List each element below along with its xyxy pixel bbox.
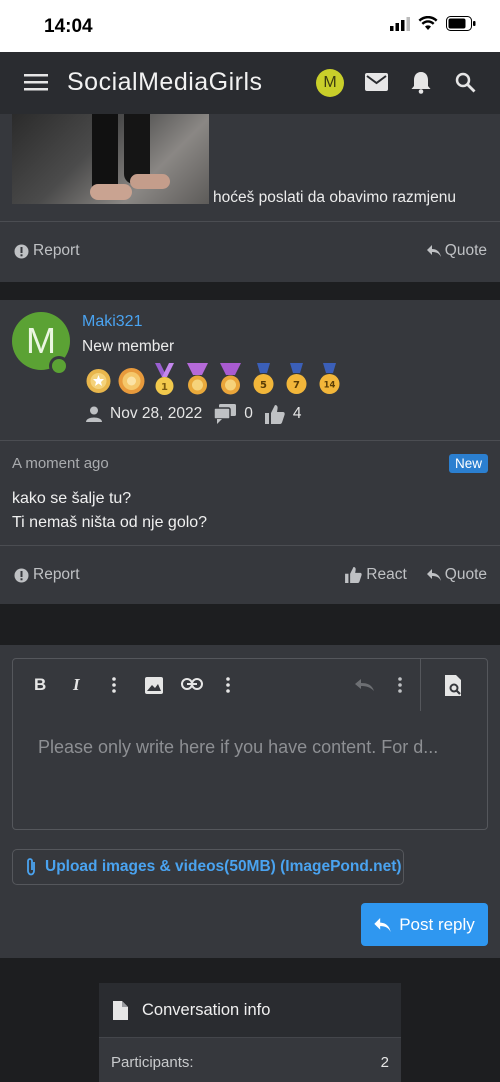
trophy-medal-icon[interactable]: 7	[282, 363, 311, 397]
participants-row: Participants: 2	[99, 1037, 401, 1082]
more-vertical-icon[interactable]	[112, 677, 116, 693]
user-stats: Nov 28, 2022 0 4	[86, 404, 313, 424]
upload-media-button[interactable]: Upload images & videos(50MB) (ImagePond.…	[12, 849, 404, 885]
top-navbar: SocialMediaGirls M	[0, 52, 500, 114]
reply-section: B I Please only write here if you have c…	[0, 645, 500, 958]
online-status-icon	[49, 356, 69, 376]
paperclip-icon	[27, 858, 35, 876]
bold-button[interactable]: B	[34, 675, 46, 695]
report-label: Report	[33, 566, 80, 583]
site-brand[interactable]: SocialMediaGirls	[67, 68, 263, 97]
divider	[0, 440, 500, 441]
quote-label: Quote	[444, 566, 487, 583]
conversation-info-panel: Conversation info Participants: 2	[99, 983, 401, 1082]
trophy-label: 14	[324, 381, 336, 391]
message-actions: Report React Quote	[0, 566, 500, 596]
italic-button[interactable]: I	[73, 675, 80, 695]
trophy-medal-icon[interactable]	[183, 363, 212, 397]
user-icon	[86, 406, 102, 422]
reply-arrow-icon	[374, 917, 391, 932]
reactions-count: 4	[292, 405, 302, 422]
message-timestamp[interactable]: A moment ago	[12, 455, 109, 472]
user-avatar-button[interactable]: M	[316, 69, 344, 97]
bell-icon[interactable]	[411, 71, 431, 94]
trophy-row: 1 5 7 14	[84, 363, 344, 397]
image-insert-icon[interactable]	[145, 677, 163, 694]
more-vertical-icon[interactable]	[398, 677, 402, 693]
message-text: hoćeš poslati da obavimo razmjenu	[213, 189, 456, 206]
signal-icon	[390, 16, 410, 31]
message-body: kako se šalje tu? Ti nemaš ništa od nje …	[12, 487, 207, 535]
message-actions: Report Quote	[0, 242, 500, 272]
quote-label: Quote	[444, 242, 487, 259]
preview-button[interactable]	[420, 659, 487, 711]
trophy-medal-icon[interactable]	[117, 363, 146, 397]
username-link[interactable]: Maki321	[82, 313, 142, 331]
hamburger-menu-icon[interactable]	[24, 72, 48, 92]
alert-icon	[14, 568, 29, 582]
more-vertical-icon[interactable]	[226, 677, 230, 693]
message-line: kako se šalje tu?	[12, 490, 132, 507]
svg-text:1: 1	[161, 382, 168, 393]
participants-count: 2	[380, 1054, 389, 1071]
reactions-stat: 4	[264, 404, 302, 424]
trophy-label: 5	[260, 380, 267, 391]
user-title: New member	[82, 338, 175, 355]
document-icon	[113, 1000, 128, 1020]
message-line: Ti nemaš ništa od nje golo?	[12, 514, 208, 531]
envelope-icon[interactable]	[365, 73, 388, 91]
quote-button[interactable]: Quote	[426, 566, 487, 584]
alert-icon	[14, 244, 29, 258]
message-post: hoćeš poslati da obavimo razmjenu Report…	[0, 114, 500, 282]
trophy-medal-icon[interactable]: 5	[249, 363, 278, 397]
reply-editor: B I Please only write here if you have c…	[12, 658, 488, 830]
status-bar: 14:04	[0, 0, 500, 52]
comments-icon	[214, 404, 237, 424]
react-label: React	[366, 566, 407, 583]
thumbs-up-icon	[264, 404, 285, 424]
reply-input[interactable]: Please only write here if you have conte…	[38, 737, 463, 758]
participants-label: Participants:	[111, 1054, 194, 1071]
thumbs-up-icon	[345, 567, 362, 583]
report-button[interactable]: Report	[14, 566, 80, 584]
post-reply-label: Post reply	[399, 914, 475, 934]
trophy-medal-icon[interactable]: 1	[150, 363, 179, 397]
system-icons	[390, 16, 476, 31]
divider	[0, 545, 500, 546]
status-time: 14:04	[44, 16, 93, 37]
editor-toolbar: B I	[13, 659, 487, 711]
post-reply-button[interactable]: Post reply	[361, 903, 488, 946]
divider	[0, 221, 500, 222]
battery-icon	[446, 16, 476, 31]
joined-stat: Nov 28, 2022	[86, 405, 202, 423]
react-button[interactable]: React	[345, 566, 407, 584]
attached-image[interactable]	[12, 114, 209, 204]
conversation-info-title: Conversation info	[142, 1000, 271, 1019]
trophy-label: 7	[293, 380, 300, 391]
messages-count: 0	[244, 405, 253, 422]
upload-label: Upload images & videos(50MB) (ImagePond.…	[45, 858, 402, 875]
joined-date: Nov 28, 2022	[110, 405, 203, 422]
search-icon[interactable]	[455, 72, 476, 93]
file-search-icon	[444, 674, 461, 696]
reply-arrow-icon	[426, 569, 441, 581]
report-button[interactable]: Report	[14, 242, 80, 260]
new-badge: New	[448, 454, 488, 473]
link-icon[interactable]	[181, 678, 203, 690]
trophy-medal-icon[interactable]: 14	[315, 363, 344, 397]
wifi-icon	[418, 16, 438, 30]
message-post: M Maki321 New member 1 5 7 14 Nov 28, 20…	[0, 300, 500, 604]
conversation-info-header: Conversation info	[99, 983, 401, 1037]
report-label: Report	[33, 242, 80, 259]
quote-button[interactable]: Quote	[426, 242, 487, 260]
trophy-medal-icon[interactable]	[216, 363, 245, 397]
trophy-medal-icon[interactable]	[84, 363, 113, 397]
reply-arrow-icon	[426, 245, 441, 257]
messages-stat: 0	[214, 404, 253, 424]
undo-icon[interactable]	[355, 679, 375, 691]
